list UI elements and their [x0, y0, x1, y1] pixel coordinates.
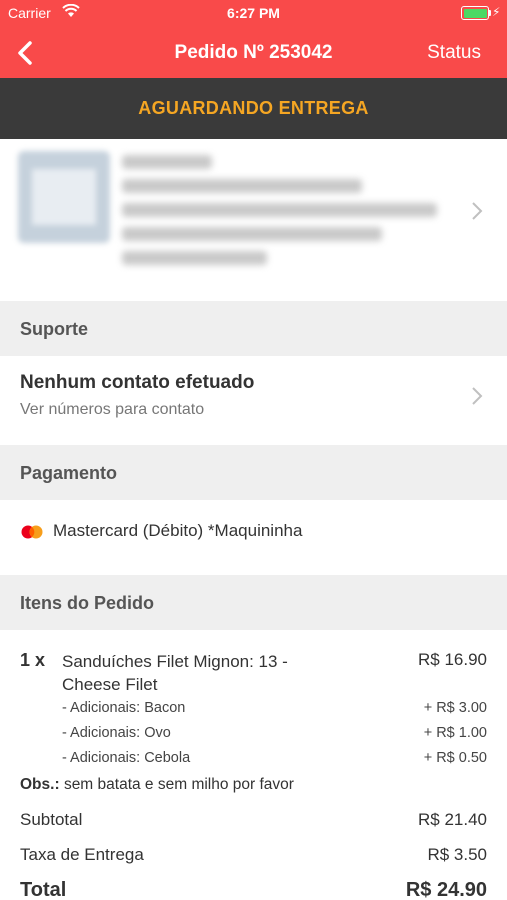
status-button[interactable]: Status: [427, 42, 481, 64]
status-bar: Carrier 6:27 PM ⚡: [0, 0, 507, 26]
obs-text: sem batata e sem milho por favor: [63, 776, 294, 793]
item-price: R$ 16.90: [418, 650, 487, 669]
item-name: Sanduíches Filet Mignon: 13 - Cheese Fil…: [62, 652, 288, 694]
support-title: Nenhum contato efetuado: [20, 372, 255, 393]
order-observation: Obs.: sem batata e sem milho por favor: [20, 776, 294, 794]
payment-method: Mastercard (Débito) *Maquininha: [53, 521, 303, 540]
addon-label: - Adicionais: Ovo: [62, 725, 171, 741]
order-status-banner: AGUARDANDO ENTREGA: [0, 78, 507, 139]
store-card[interactable]: [0, 139, 507, 301]
payment-row: Mastercard (Débito) *Maquininha: [0, 501, 507, 574]
delivery-fee-value: R$ 3.50: [427, 845, 487, 864]
support-section-title: Suporte: [20, 319, 89, 339]
chevron-right-icon: [472, 387, 483, 405]
payment-section-title: Pagamento: [20, 463, 118, 483]
header: Carrier 6:27 PM ⚡ Pedido Nº 253042 Statu…: [0, 0, 507, 78]
addon-price: + R$ 1.00: [423, 725, 487, 741]
store-info-blurred: [122, 155, 447, 275]
support-subtitle: Ver números para contato: [20, 401, 205, 418]
obs-label: Obs.:: [20, 776, 60, 793]
subtotal-value: R$ 21.40: [418, 810, 487, 829]
support-contact-row[interactable]: Nenhum contato efetuado Ver números para…: [0, 357, 507, 445]
items-section-title: Itens do Pedido: [20, 593, 155, 613]
addon-price: + R$ 3.00: [423, 700, 487, 716]
delivery-fee-label: Taxa de Entrega: [20, 845, 144, 864]
store-image: [18, 151, 110, 243]
item-quantity: 1 x: [20, 650, 46, 670]
addon-price: + R$ 0.50: [423, 750, 487, 766]
support-section-header: Suporte: [0, 301, 507, 356]
addon-label: - Adicionais: Bacon: [62, 700, 186, 716]
payment-section-header: Pagamento: [0, 445, 507, 500]
order-items: 1 x Sanduíches Filet Mignon: 13 - Cheese…: [0, 630, 507, 900]
addon-label: - Adicionais: Cebola: [62, 750, 191, 766]
total-label: Total: [20, 879, 67, 900]
status-time: 6:27 PM: [227, 5, 280, 21]
chevron-right-icon: [472, 202, 483, 220]
subtotal-label: Subtotal: [20, 810, 83, 829]
items-section-header: Itens do Pedido: [0, 575, 507, 630]
total-value: R$ 24.90: [405, 879, 487, 900]
mastercard-icon: [21, 525, 43, 539]
battery-icon: ⚡: [461, 5, 500, 20]
